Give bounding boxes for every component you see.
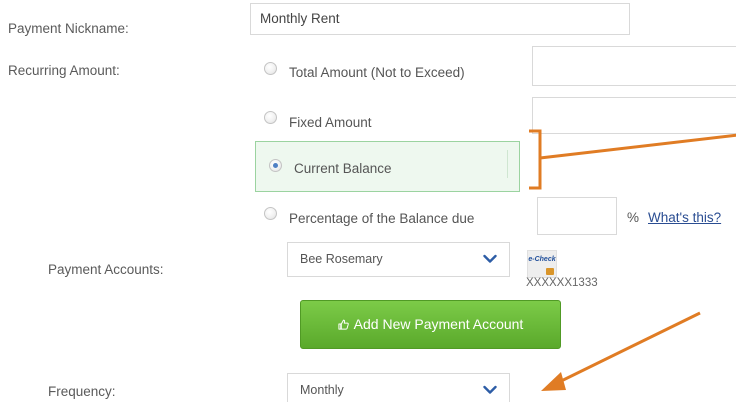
recurring-payment-form: Payment Nickname: Monthly Rent Recurring… — [0, 0, 736, 402]
annotation-arrow-head — [541, 372, 566, 391]
annotation-line — [539, 133, 736, 160]
annotation-arrow-shaft — [550, 311, 701, 388]
annotation-overlay — [529, 129, 736, 391]
annotation-bracket — [529, 129, 542, 190]
